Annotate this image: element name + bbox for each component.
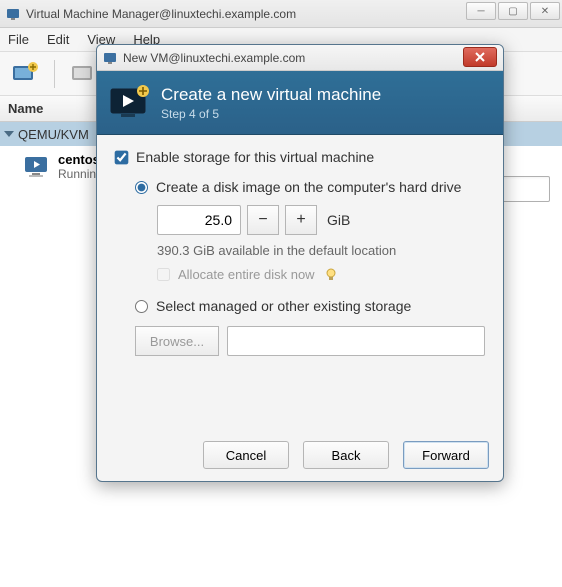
allocate-now-checkbox xyxy=(157,268,170,281)
create-disk-radio[interactable] xyxy=(135,181,148,194)
storage-path-input xyxy=(227,326,485,356)
dialog-button-bar: Cancel Back Forward xyxy=(203,441,489,469)
monitor-icon xyxy=(24,156,50,178)
browse-button: Browse... xyxy=(135,326,219,356)
new-vm-icon[interactable] xyxy=(10,60,40,88)
select-managed-radio[interactable] xyxy=(135,300,148,313)
window-buttons: ─ ▢ ✕ xyxy=(466,2,560,20)
cancel-button[interactable]: Cancel xyxy=(203,441,289,469)
available-space-label: 390.3 GiB available in the default locat… xyxy=(157,243,485,258)
enable-storage-checkbox[interactable] xyxy=(115,150,129,164)
name-column-header: Name xyxy=(8,101,43,116)
dialog-titlebar: New VM@linuxtechi.example.com xyxy=(97,45,503,71)
enable-storage-label: Enable storage for this virtual machine xyxy=(136,149,374,165)
forward-button[interactable]: Forward xyxy=(403,441,489,469)
parent-titlebar: Virtual Machine Manager@linuxtechi.examp… xyxy=(0,0,562,28)
connection-label: QEMU/KVM xyxy=(18,127,89,142)
toolbar-separator xyxy=(54,60,55,88)
close-icon xyxy=(474,51,486,63)
size-increment-button[interactable]: + xyxy=(285,205,317,235)
chevron-down-icon xyxy=(4,131,14,137)
select-managed-label: Select managed or other existing storage xyxy=(156,298,411,314)
monitor-new-icon xyxy=(109,83,151,123)
new-vm-dialog: New VM@linuxtechi.example.com Create a n… xyxy=(96,44,504,482)
parent-title: Virtual Machine Manager@linuxtechi.examp… xyxy=(26,7,296,21)
hero-title: Create a new virtual machine xyxy=(161,85,381,105)
create-disk-label: Create a disk image on the computer's ha… xyxy=(156,179,461,195)
allocate-now-label: Allocate entire disk now xyxy=(178,267,315,282)
hint-bulb-icon[interactable] xyxy=(323,266,339,282)
dialog-body: Enable storage for this virtual machine … xyxy=(97,135,503,370)
dialog-close-button[interactable] xyxy=(463,47,497,67)
app-icon xyxy=(6,7,20,21)
size-unit-label: GiB xyxy=(327,212,350,228)
minimize-button[interactable]: ─ xyxy=(466,2,496,20)
open-vm-icon[interactable] xyxy=(69,60,99,88)
close-button[interactable]: ✕ xyxy=(530,2,560,20)
dialog-hero: Create a new virtual machine Step 4 of 5 xyxy=(97,71,503,135)
app-icon xyxy=(103,51,117,65)
dialog-title: New VM@linuxtechi.example.com xyxy=(123,51,305,65)
maximize-button[interactable]: ▢ xyxy=(498,2,528,20)
back-button[interactable]: Back xyxy=(303,441,389,469)
hero-step: Step 4 of 5 xyxy=(161,107,381,121)
size-decrement-button[interactable]: − xyxy=(247,205,279,235)
menu-edit[interactable]: Edit xyxy=(47,32,69,47)
menu-file[interactable]: File xyxy=(8,32,29,47)
disk-size-input[interactable] xyxy=(157,205,241,235)
